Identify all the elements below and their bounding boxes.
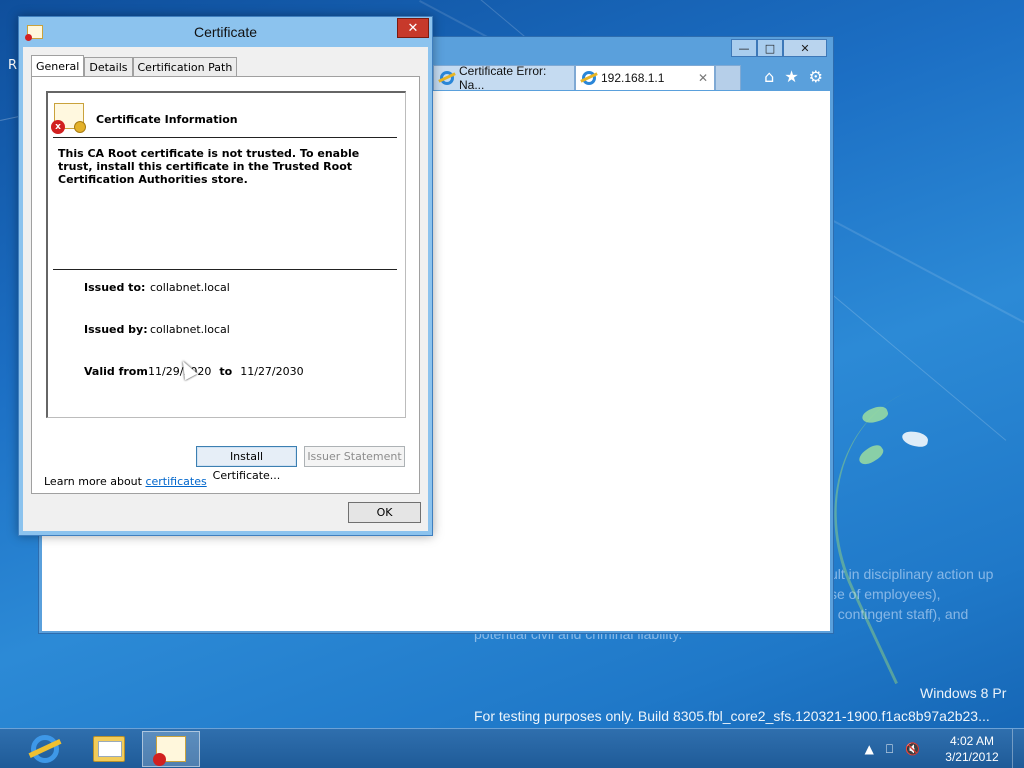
install-certificate-button[interactable]: Install Certificate... (196, 446, 297, 482)
certificate-icon (153, 736, 186, 766)
tab-router[interactable]: 192.168.1.1 ✕ (575, 65, 715, 90)
network-icon[interactable]: ⎕ (886, 742, 893, 757)
info-title: Certificate Information (96, 113, 238, 126)
divider (53, 269, 397, 270)
dialog-tabs: General Details Certification Path (31, 55, 238, 78)
ie-icon (440, 71, 454, 85)
issued-by-row: Issued by: collabnet.local (84, 323, 230, 336)
show-hidden-icons-icon[interactable]: ▲ (865, 742, 874, 756)
issuer-statement-button[interactable]: Issuer Statement (304, 446, 405, 467)
clock-date: 3/21/2012 (945, 750, 999, 764)
volume-muted-icon[interactable]: 🔇 (905, 742, 920, 756)
untrusted-certificate-icon: x (51, 103, 86, 134)
dialog-body: General Details Certification Path x Cer… (23, 47, 428, 531)
valid-to-label: to (219, 365, 233, 378)
system-tray: ▲ ⎕ 🔇 4:02 AM 3/21/2012 (865, 729, 1024, 768)
background-text: f contingent staff), and (830, 606, 969, 622)
clock-time: 4:02 AM (949, 734, 995, 748)
favorites-icon[interactable]: ★ (784, 67, 798, 86)
general-panel: x Certificate Information This CA Root c… (31, 76, 420, 494)
windows-watermark: Windows 8 Pr (920, 685, 1007, 701)
browser-tabstrip: Certificate Error: Na... 192.168.1.1 ✕ (433, 64, 741, 92)
home-icon[interactable]: ⌂ (764, 67, 774, 86)
tab-certification-path[interactable]: Certification Path (132, 57, 238, 78)
certificates-link[interactable]: certificates (145, 475, 206, 488)
learn-more-text: Learn more about certificates (44, 475, 207, 488)
learn-more-prefix: Learn more about (44, 475, 146, 488)
tab-label: Certificate Error: Na... (459, 64, 547, 92)
clock[interactable]: 4:02 AM 3/21/2012 (932, 733, 1012, 765)
close-button[interactable]: ✕ (783, 39, 827, 57)
new-tab-button[interactable] (715, 65, 741, 90)
divider (53, 137, 397, 138)
internet-explorer-icon (31, 735, 59, 763)
taskbar-internet-explorer[interactable] (16, 731, 74, 767)
certificate-dialog: Certificate ✕ General Details Certificat… (18, 16, 433, 536)
issued-by-value: collabnet.local (150, 323, 230, 336)
close-tab-icon[interactable]: ✕ (698, 71, 708, 85)
dialog-close-button[interactable]: ✕ (397, 18, 429, 38)
valid-to-value: 11/27/2030 (240, 365, 304, 378)
browser-toolbar: ⌂ ★ ⚙ (764, 67, 823, 86)
tab-details[interactable]: Details (84, 57, 133, 78)
ok-button[interactable]: OK (348, 502, 421, 523)
issued-to-value: collabnet.local (150, 281, 230, 294)
background-text: ult in disciplinary action up (830, 566, 994, 582)
tab-general[interactable]: General (31, 55, 85, 78)
build-watermark: For testing purposes only. Build 8305.fb… (474, 708, 990, 724)
ie-icon (582, 71, 596, 85)
show-desktop-button[interactable] (1012, 729, 1024, 768)
minimize-button[interactable]: — (731, 39, 757, 57)
background-text: se of employees), (830, 586, 941, 602)
issued-by-label: Issued by: (84, 323, 148, 336)
valid-from-label: Valid from (84, 365, 148, 378)
issued-to-label: Issued to: (84, 281, 146, 294)
tab-label: 192.168.1.1 (601, 71, 665, 85)
folder-icon (93, 736, 125, 762)
tab-certificate-error[interactable]: Certificate Error: Na... (433, 64, 575, 92)
browser-caption-buttons: — □ ✕ (731, 39, 827, 57)
taskbar-certificate[interactable] (142, 731, 200, 767)
gear-icon[interactable]: ⚙ (809, 67, 823, 86)
trust-message: This CA Root certificate is not trusted.… (58, 147, 360, 186)
issued-to-row: Issued to: collabnet.local (84, 281, 230, 294)
taskbar: ▲ ⎕ 🔇 4:02 AM 3/21/2012 (0, 728, 1024, 768)
taskbar-file-explorer[interactable] (80, 731, 138, 767)
certificate-info-box: x Certificate Information This CA Root c… (46, 91, 406, 418)
desktop-icon-label[interactable]: R (8, 58, 17, 73)
maximize-button[interactable]: □ (757, 39, 783, 57)
dialog-title: Certificate (193, 24, 258, 40)
